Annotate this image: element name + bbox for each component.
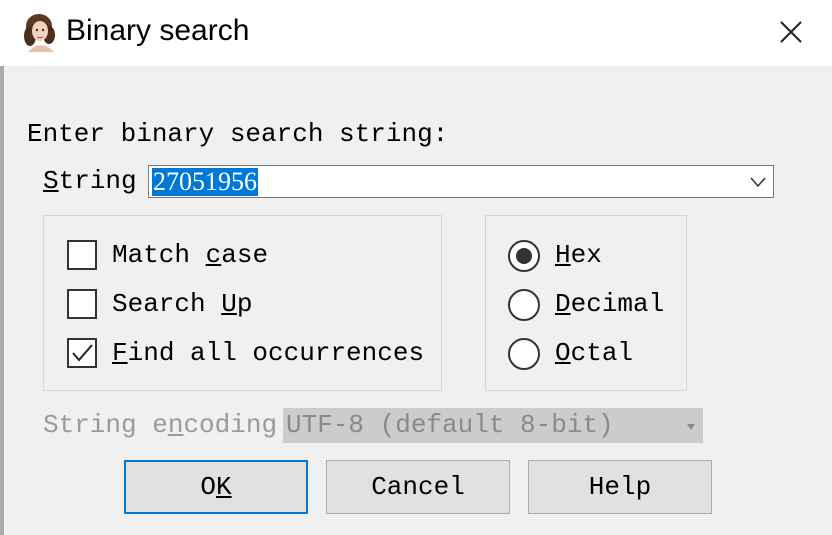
- ok-button[interactable]: OK: [124, 460, 308, 514]
- checkmark-icon: [72, 344, 93, 362]
- cancel-button[interactable]: Cancel: [326, 460, 510, 514]
- decimal-label[interactable]: Decimal: [555, 289, 664, 319]
- encoding-value: UTF-8 (default 8-bit): [286, 410, 614, 440]
- hex-label[interactable]: Hex: [555, 240, 602, 270]
- search-string-value[interactable]: 27051956: [152, 168, 258, 196]
- octal-label[interactable]: Octal: [555, 338, 633, 368]
- hex-radio[interactable]: [508, 240, 540, 272]
- help-button[interactable]: Help: [528, 460, 712, 514]
- close-icon[interactable]: [774, 15, 808, 49]
- search-up-checkbox[interactable]: [67, 289, 97, 319]
- octal-radio[interactable]: [508, 338, 540, 370]
- title-bar: Binary search: [0, 0, 832, 66]
- encoding-label: String encoding: [43, 410, 278, 440]
- decimal-radio[interactable]: [508, 289, 540, 321]
- window-border: [0, 66, 4, 535]
- radio-selected-dot: [516, 248, 532, 264]
- encoding-select[interactable]: UTF-8 (default 8-bit): [283, 408, 703, 443]
- find-all-checkbox[interactable]: [67, 338, 97, 368]
- window-title: Binary search: [66, 14, 250, 47]
- match-case-label[interactable]: Match case: [112, 240, 268, 270]
- find-all-label[interactable]: Find all occurrences: [112, 338, 424, 368]
- match-case-checkbox[interactable]: [67, 240, 97, 270]
- string-label: String: [43, 166, 137, 196]
- portrait-icon: [24, 14, 55, 52]
- prompt-label: Enter binary search string:: [27, 119, 449, 149]
- chevron-down-icon[interactable]: [749, 175, 767, 189]
- dropdown-arrow-icon: [687, 424, 695, 430]
- search-up-label[interactable]: Search Up: [112, 289, 252, 319]
- search-string-combobox[interactable]: 27051956: [148, 165, 774, 198]
